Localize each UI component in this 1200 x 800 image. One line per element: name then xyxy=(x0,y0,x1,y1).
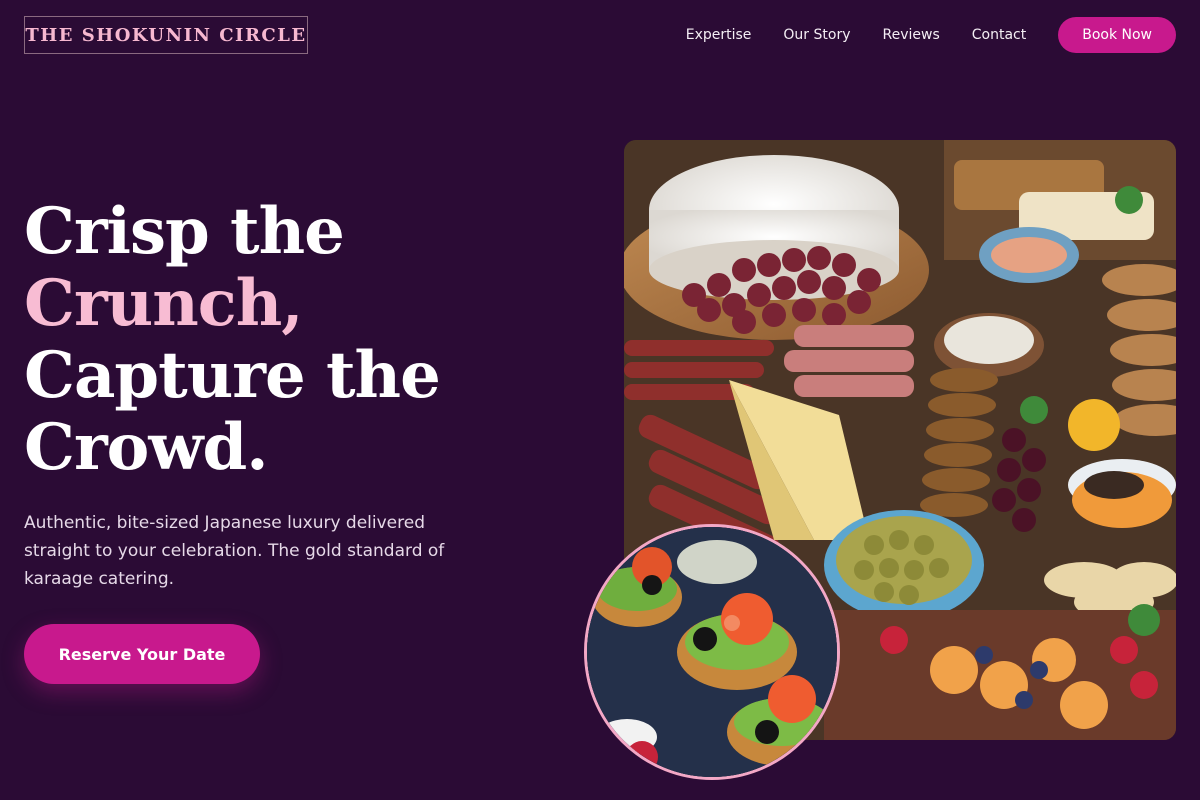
landing-page: THE SHOKUNIN CIRCLE Expertise Our Story … xyxy=(0,0,1200,800)
nav-link-contact[interactable]: Contact xyxy=(972,27,1026,43)
brand-logo[interactable]: THE SHOKUNIN CIRCLE xyxy=(24,16,308,54)
salmon-crostini-photo xyxy=(584,524,840,780)
nav-link-our-story[interactable]: Our Story xyxy=(783,27,850,43)
nav-link-reviews[interactable]: Reviews xyxy=(883,27,940,43)
reserve-date-button[interactable]: Reserve Your Date xyxy=(24,624,260,684)
nav-link-expertise[interactable]: Expertise xyxy=(686,27,752,43)
salmon-crostini-illustration xyxy=(587,527,837,777)
hero-subtext: Authentic, bite-sized Japanese luxury de… xyxy=(24,513,445,589)
headline-line-1: Crisp the xyxy=(24,194,345,269)
main-nav: Expertise Our Story Reviews Contact Book… xyxy=(686,17,1176,53)
book-now-button[interactable]: Book Now xyxy=(1058,17,1176,53)
headline-line-4: Crowd. xyxy=(24,410,268,485)
headline-line-3: Capture the xyxy=(24,338,441,413)
headline-accent: Crunch, xyxy=(24,266,304,341)
hero-headline: Crisp the Crunch, Capture the Crowd. xyxy=(24,196,584,484)
